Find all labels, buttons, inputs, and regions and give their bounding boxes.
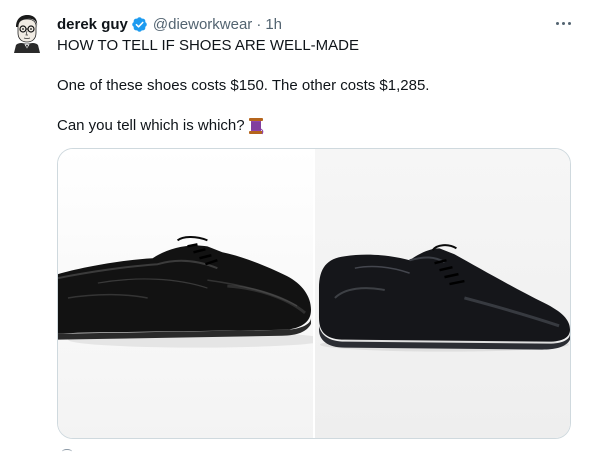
separator-dot: · bbox=[256, 15, 262, 33]
tweet-question: Can you tell which is which? bbox=[57, 117, 245, 134]
author-handle[interactable]: @dieworkwear bbox=[153, 16, 252, 33]
avatar[interactable] bbox=[8, 13, 44, 53]
spool-of-thread-icon bbox=[248, 118, 263, 135]
avatar-illustration bbox=[8, 13, 44, 53]
author-name[interactable]: derek guy bbox=[57, 16, 128, 33]
tweet-text-line-3: Can you tell which is which? bbox=[57, 116, 264, 136]
timestamp[interactable]: 1h bbox=[265, 16, 282, 33]
tweet[interactable]: derek guy @dieworkwear · 1h HOW TO TELL … bbox=[0, 0, 589, 454]
shoe-image-right bbox=[318, 244, 570, 352]
tweet-header: derek guy @dieworkwear · 1h bbox=[57, 14, 282, 34]
shoe-image-left bbox=[58, 236, 313, 348]
tweet-text-line-1: HOW TO TELL IF SHOES ARE WELL-MADE bbox=[57, 37, 360, 54]
more-options-icon[interactable] bbox=[552, 12, 574, 34]
tweet-text-line-2: One of these shoes costs $150. The other… bbox=[57, 77, 430, 94]
tweet-media[interactable] bbox=[57, 148, 571, 439]
shoe-photo-left[interactable] bbox=[58, 149, 313, 438]
verified-badge-icon bbox=[132, 16, 147, 32]
reply-icon-partial[interactable] bbox=[62, 449, 72, 454]
shoe-photo-right[interactable] bbox=[315, 149, 570, 438]
